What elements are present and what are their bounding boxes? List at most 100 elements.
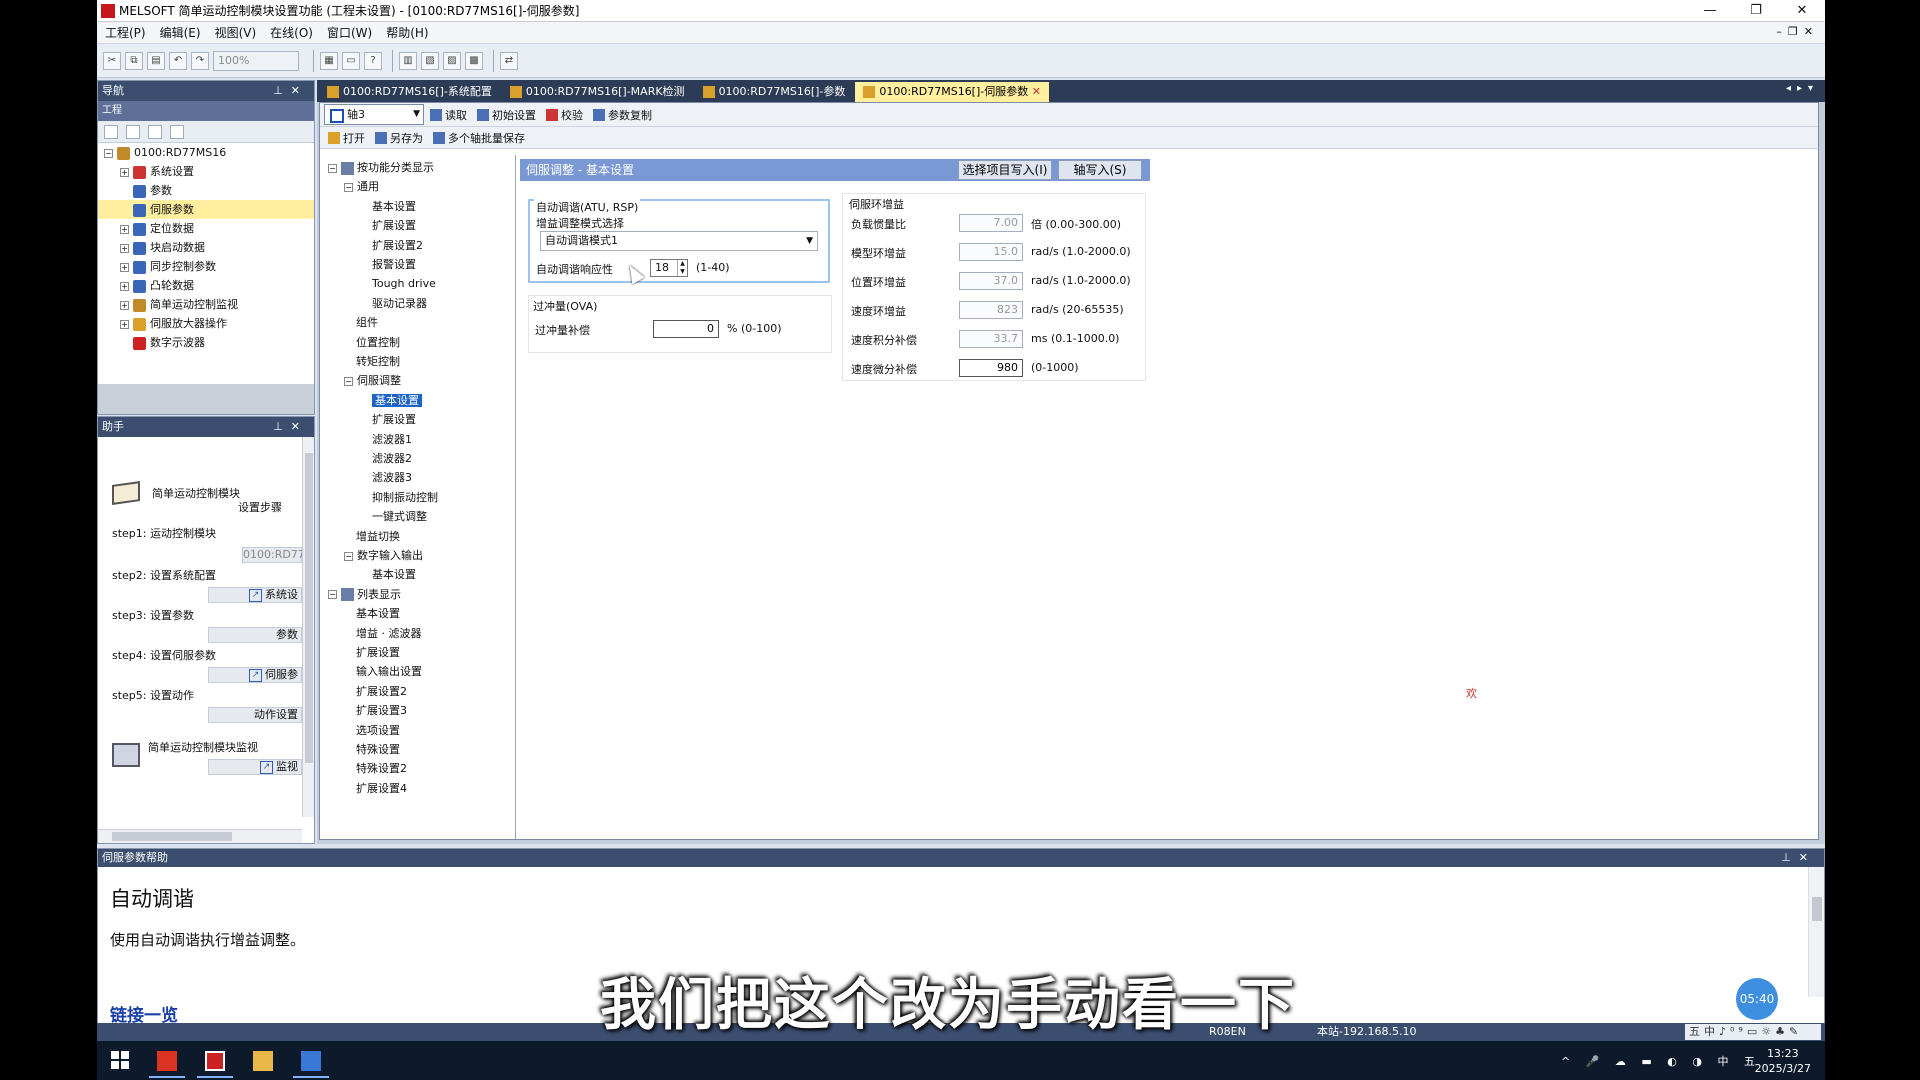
expand-toggle-icon[interactable]: + bbox=[120, 262, 129, 272]
expand-toggle-icon[interactable]: + bbox=[120, 224, 129, 234]
function-tree-item[interactable]: 扩展设置 bbox=[356, 644, 400, 661]
cut-icon[interactable]: ✂ bbox=[103, 51, 121, 70]
nav-tree-item[interactable]: 参数 bbox=[98, 181, 314, 200]
verify-plc-icon[interactable]: ▨ bbox=[443, 51, 461, 70]
nav-tool-icon[interactable] bbox=[104, 124, 118, 139]
function-tree-item[interactable]: 报警设置 bbox=[372, 256, 416, 273]
menu-project[interactable]: 工程(P) bbox=[105, 24, 146, 41]
panel-pin-close[interactable]: ⊥✕ bbox=[273, 81, 308, 101]
redo-icon[interactable]: ↷ bbox=[191, 51, 209, 70]
spin-arrows-icon[interactable]: ▲ ▼ bbox=[677, 260, 687, 276]
scroll-thumb[interactable] bbox=[305, 453, 313, 763]
function-tree-item[interactable]: 选项设置 bbox=[356, 722, 400, 739]
expand-toggle-icon[interactable]: − bbox=[328, 163, 337, 173]
expand-toggle-icon[interactable]: + bbox=[120, 281, 129, 291]
expand-toggle-icon[interactable]: + bbox=[120, 243, 129, 253]
close-button[interactable]: ✕ bbox=[1779, 0, 1825, 22]
function-tree-item[interactable]: Tough drive bbox=[372, 275, 436, 292]
open-button[interactable]: 打开 bbox=[328, 130, 365, 146]
expand-toggle-icon[interactable]: + bbox=[120, 319, 129, 329]
nav-tree-item[interactable]: + 块启动数据 bbox=[98, 238, 314, 257]
function-tree-item[interactable]: − 伺服调整 bbox=[344, 372, 401, 389]
verify-button[interactable]: 校验 bbox=[546, 107, 583, 123]
function-tree-item[interactable]: 扩展设置 bbox=[372, 411, 416, 428]
connection-icon[interactable]: ⇄ bbox=[500, 51, 518, 70]
loop-param-input[interactable]: 980 bbox=[959, 359, 1023, 377]
function-tree-item[interactable]: 组件 bbox=[356, 314, 378, 331]
function-tree-item[interactable]: 基本设置 bbox=[372, 392, 422, 409]
expand-toggle-icon[interactable]: − bbox=[328, 590, 337, 600]
axis-write-button[interactable]: 轴写入(S) bbox=[1058, 160, 1142, 180]
open-project-icon[interactable]: ▭ bbox=[342, 51, 360, 70]
function-tree-item[interactable]: 抑制振动控制 bbox=[372, 489, 438, 506]
taskbar-app-motion[interactable] bbox=[293, 1045, 329, 1078]
helper-hscroll[interactable] bbox=[98, 829, 302, 843]
restore-button[interactable]: ❐ bbox=[1733, 0, 1779, 22]
tab-document-2[interactable]: 0100:RD77MS16[]-参数 bbox=[695, 82, 854, 102]
menu-edit[interactable]: 编辑(E) bbox=[160, 24, 201, 41]
scroll-thumb[interactable] bbox=[1812, 897, 1822, 921]
function-tree-item[interactable]: − 通用 bbox=[344, 178, 379, 195]
tab-close-icon[interactable]: ✕ bbox=[1028, 85, 1041, 98]
function-tree-item[interactable]: − 按功能分类显示 bbox=[328, 159, 434, 176]
monitor-icon[interactable]: ▩ bbox=[465, 51, 483, 70]
nav-tree-item[interactable]: + 简单运动控制监视 bbox=[98, 295, 314, 314]
nav-tree-item[interactable]: − 0100:RD77MS16 bbox=[98, 143, 314, 162]
function-tree-item[interactable]: 扩展设置4 bbox=[356, 780, 407, 797]
function-tree-item[interactable]: 基本设置 bbox=[372, 198, 416, 215]
expand-toggle-icon[interactable]: + bbox=[120, 300, 129, 310]
expand-toggle-icon[interactable]: − bbox=[104, 148, 113, 158]
system-tray[interactable]: ^ 🎤 ☁ ▬ ◐ ◑ 中 五 bbox=[1561, 1053, 1761, 1069]
function-tree-item[interactable]: 增益 · 滤波器 bbox=[356, 625, 422, 642]
ova-input[interactable]: 0 bbox=[653, 320, 719, 338]
function-tree-item[interactable]: 驱动记录器 bbox=[372, 295, 427, 312]
function-tree-item[interactable]: 滤波器2 bbox=[372, 450, 412, 467]
tab-document-3[interactable]: 0100:RD77MS16[]-伺服参数 ✕ bbox=[855, 82, 1049, 102]
expand-toggle-icon[interactable]: − bbox=[344, 376, 353, 386]
undo-icon[interactable]: ↶ bbox=[169, 51, 187, 70]
function-tree-item[interactable]: 滤波器1 bbox=[372, 431, 412, 448]
init-settings-button[interactable]: 初始设置 bbox=[477, 107, 536, 123]
write-selected-button[interactable]: 选择项目写入(I) bbox=[958, 160, 1052, 180]
step5-button[interactable]: 动作设置 bbox=[208, 707, 302, 723]
tab-document-0[interactable]: 0100:RD77MS16[]-系统配置 bbox=[319, 82, 500, 102]
nav-tool-icon[interactable] bbox=[148, 124, 162, 139]
param-copy-button[interactable]: 参数复制 bbox=[593, 107, 652, 123]
expand-toggle-icon[interactable]: + bbox=[120, 167, 129, 177]
function-tree-item[interactable]: 基本设置 bbox=[356, 605, 400, 622]
nav-tool-icon[interactable] bbox=[170, 124, 184, 139]
nav-tree-item[interactable]: + 伺服放大器操作 bbox=[98, 314, 314, 333]
monitor-button[interactable]: ↗ 监视 bbox=[208, 759, 302, 775]
step4-button[interactable]: ↗ 伺服参 bbox=[208, 667, 302, 683]
loop-param-input[interactable]: 823 bbox=[959, 301, 1023, 319]
function-tree-item[interactable]: 滤波器3 bbox=[372, 469, 412, 486]
help-icon[interactable]: ? bbox=[364, 51, 382, 70]
read-button[interactable]: 读取 bbox=[430, 107, 467, 123]
panel-pin-close[interactable]: ⊥✕ bbox=[273, 417, 308, 437]
loop-param-input[interactable]: 7.00 bbox=[959, 214, 1023, 232]
nav-tree-item[interactable]: + 同步控制参数 bbox=[98, 257, 314, 276]
mdi-controls[interactable]: –❐✕ bbox=[1776, 25, 1819, 38]
function-tree-item[interactable]: 位置控制 bbox=[356, 334, 400, 351]
function-tree-item[interactable]: 输入输出设置 bbox=[356, 663, 422, 680]
minimize-button[interactable]: — bbox=[1687, 0, 1733, 22]
expand-toggle-icon[interactable]: − bbox=[344, 551, 353, 561]
loop-param-input[interactable]: 33.7 bbox=[959, 330, 1023, 348]
menu-view[interactable]: 视图(V) bbox=[215, 24, 257, 41]
zoom-select[interactable]: 100% bbox=[213, 50, 299, 71]
write-plc-icon[interactable]: ▧ bbox=[421, 51, 439, 70]
new-project-icon[interactable]: ▦ bbox=[320, 51, 338, 70]
paste-icon[interactable]: ▤ bbox=[147, 51, 165, 70]
nav-tree-item[interactable]: + 凸轮数据 bbox=[98, 276, 314, 295]
clock[interactable]: 13:23 2025/3/27 bbox=[1755, 1046, 1811, 1076]
ime-toolbar[interactable]: 五中♪⁰⁹▭☼♣✎ bbox=[1685, 1024, 1821, 1040]
batch-save-button[interactable]: 多个轴批量保存 bbox=[433, 130, 525, 146]
function-tree-item[interactable]: 扩展设置 bbox=[372, 217, 416, 234]
function-tree-item[interactable]: 一键式调整 bbox=[372, 508, 427, 525]
taskbar-app-gxworks[interactable] bbox=[149, 1045, 185, 1078]
function-tree-item[interactable]: 扩展设置3 bbox=[356, 702, 407, 719]
tab-document-1[interactable]: 0100:RD77MS16[]-MARK检测 bbox=[502, 82, 693, 102]
copy-icon[interactable]: ⧉ bbox=[125, 51, 143, 70]
read-plc-icon[interactable]: ▥ bbox=[399, 51, 417, 70]
scroll-thumb[interactable] bbox=[112, 832, 232, 841]
